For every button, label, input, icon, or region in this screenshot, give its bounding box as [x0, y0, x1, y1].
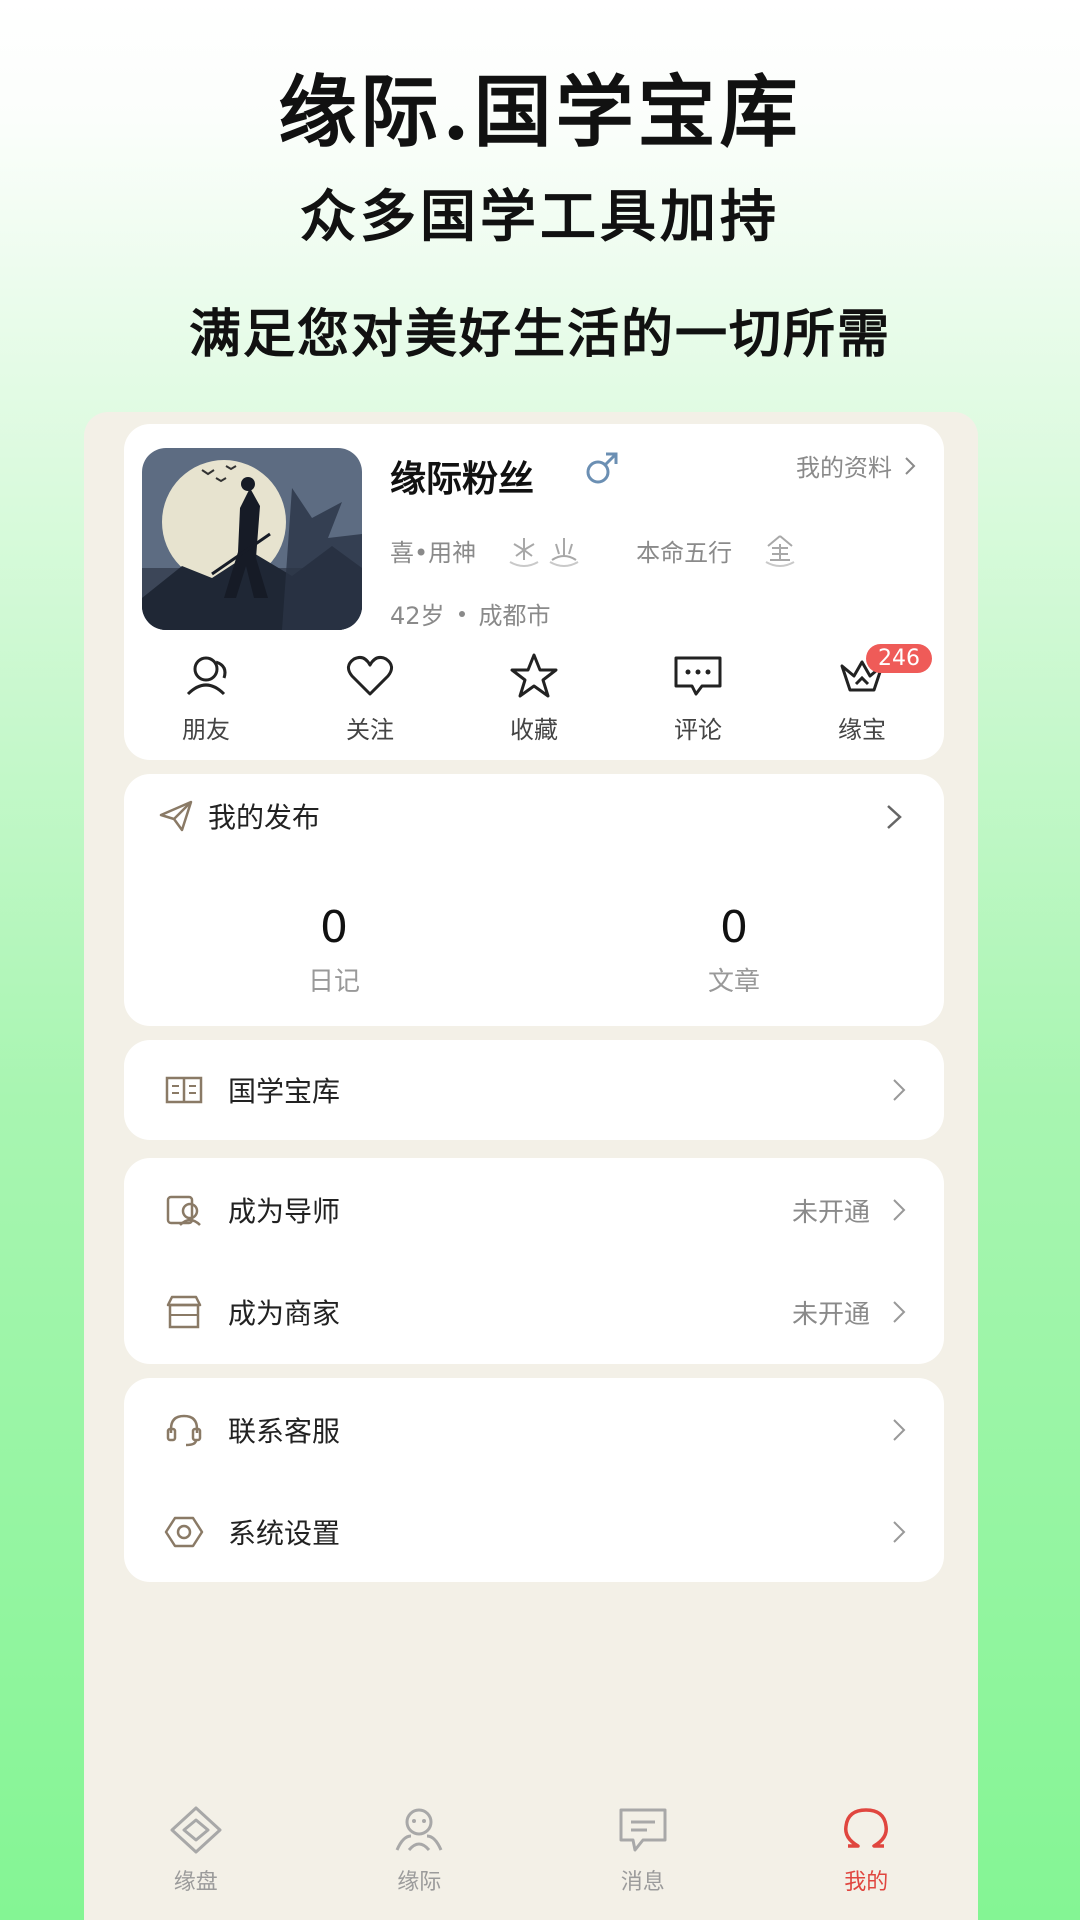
tab-yuanpan[interactable]: 缘盘 — [84, 1788, 308, 1920]
chevron-right-icon — [893, 1079, 906, 1101]
promo-subtitle: 众多国学工具加持 — [300, 184, 780, 250]
tab-me[interactable]: 我的 — [755, 1788, 979, 1920]
quick-action-friends[interactable]: 朋友 — [124, 652, 288, 752]
menu-item-customer-service[interactable]: 联系客服 — [124, 1380, 944, 1480]
metal-element-icon — [760, 530, 800, 570]
menu-item-label: 联系客服 — [228, 1415, 341, 1448]
app-screen: 缘际粉丝 我的资料 喜•用神 本命五行 42岁 成都市 朋友 关注 收藏 评论 … — [84, 412, 978, 1920]
headset-icon — [166, 1414, 202, 1447]
my-data-label: 我的资料 — [796, 454, 892, 482]
merchant-status: 未开通 — [791, 1299, 870, 1330]
quick-action-label: 收藏 — [510, 716, 558, 744]
quick-action-follow[interactable]: 关注 — [288, 652, 452, 752]
my-data-link[interactable]: 我的资料 — [796, 448, 918, 483]
store-icon — [166, 1295, 202, 1329]
mentor-icon — [166, 1195, 201, 1226]
quick-action-label: 关注 — [346, 716, 394, 744]
tab-messages[interactable]: 消息 — [531, 1788, 755, 1920]
my-publish-title: 我的发布 — [208, 801, 321, 834]
diamond-chart-icon — [170, 1806, 222, 1854]
star-icon — [510, 653, 558, 698]
chevron-right-icon — [893, 1301, 906, 1323]
wood-element-icon — [504, 530, 544, 570]
quick-action-comments[interactable]: 评论 — [616, 652, 780, 752]
community-icon — [395, 1808, 443, 1852]
article-label: 文章 — [707, 967, 760, 997]
diary-count: 0 — [320, 902, 348, 953]
menu-item-label: 系统设置 — [228, 1517, 341, 1550]
tab-label: 消息 — [620, 1870, 665, 1895]
treasure-count-badge: 246 — [866, 644, 932, 673]
age-location-row: 42岁 成都市 — [390, 596, 551, 631]
male-icon — [586, 452, 618, 484]
system-card: 联系客服 系统设置 — [124, 1378, 944, 1582]
tab-yuanji[interactable]: 缘际 — [308, 1788, 532, 1920]
chevron-right-icon — [905, 456, 916, 475]
menu-item-become-merchant[interactable]: 成为商家 未开通 — [124, 1262, 944, 1362]
menu-item-label: 国学宝库 — [228, 1075, 341, 1108]
quick-action-label: 缘宝 — [838, 716, 886, 744]
diary-label: 日记 — [307, 967, 360, 997]
omega-profile-icon — [844, 1808, 889, 1848]
menu-item-become-mentor[interactable]: 成为导师 未开通 — [124, 1160, 944, 1260]
comment-icon — [674, 656, 722, 696]
chevron-right-icon — [893, 1199, 906, 1221]
favorable-god-label: 喜•用神 — [390, 538, 477, 567]
tab-label: 我的 — [844, 1870, 889, 1895]
avatar[interactable] — [142, 448, 362, 630]
chevron-right-icon — [887, 805, 902, 829]
bottom-tab-bar: 缘盘 缘际 消息 我的 — [84, 1788, 978, 1920]
promo-tagline: 满足您对美好生活的一切所需 — [188, 304, 891, 365]
paper-plane-icon — [159, 800, 193, 832]
roles-card: 成为导师 未开通 成为商家 未开通 — [124, 1158, 944, 1364]
article-stat[interactable]: 0 文章 — [604, 902, 864, 998]
separator-dot — [458, 610, 465, 617]
menu-item-library[interactable]: 国学宝库 — [124, 1040, 944, 1140]
mentor-status: 未开通 — [791, 1197, 870, 1228]
settings-icon — [164, 1516, 204, 1548]
tab-label: 缘际 — [397, 1870, 442, 1895]
city-text: 成都市 — [478, 602, 551, 630]
profile-card: 缘际粉丝 我的资料 喜•用神 本命五行 42岁 成都市 朋友 关注 收藏 评论 … — [124, 424, 944, 760]
message-icon — [619, 1808, 667, 1852]
book-icon — [165, 1076, 203, 1104]
quick-action-treasure[interactable]: 246 缘宝 — [780, 644, 944, 752]
bazi-row: 喜•用神 本命五行 — [390, 530, 800, 570]
chevron-right-icon — [893, 1521, 906, 1543]
chevron-right-icon — [893, 1419, 906, 1441]
nickname: 缘际粉丝 — [390, 459, 535, 500]
fire-element-icon — [544, 530, 584, 570]
tab-label: 缘盘 — [173, 1870, 218, 1895]
heart-icon — [347, 656, 393, 696]
quick-actions: 朋友 关注 收藏 评论 246 缘宝 — [124, 644, 944, 752]
promo-title: 缘际.国学宝库 — [278, 67, 802, 158]
menu-item-label: 成为导师 — [228, 1195, 341, 1228]
age-text: 42岁 — [390, 602, 445, 630]
library-card: 国学宝库 — [124, 1040, 944, 1140]
diary-stat[interactable]: 0 日记 — [204, 902, 464, 998]
menu-item-label: 成为商家 — [228, 1297, 341, 1330]
my-publish-card[interactable]: 我的发布 0 日记 0 文章 — [124, 774, 944, 1026]
menu-item-settings[interactable]: 系统设置 — [124, 1482, 944, 1582]
quick-action-label: 朋友 — [182, 716, 230, 744]
quick-action-favorites[interactable]: 收藏 — [452, 652, 616, 752]
my-publish-header: 我的发布 — [158, 796, 320, 836]
quick-action-label: 评论 — [674, 716, 722, 744]
friends-icon — [186, 656, 227, 696]
life-element-label: 本命五行 — [636, 538, 733, 567]
article-count: 0 — [720, 902, 748, 953]
